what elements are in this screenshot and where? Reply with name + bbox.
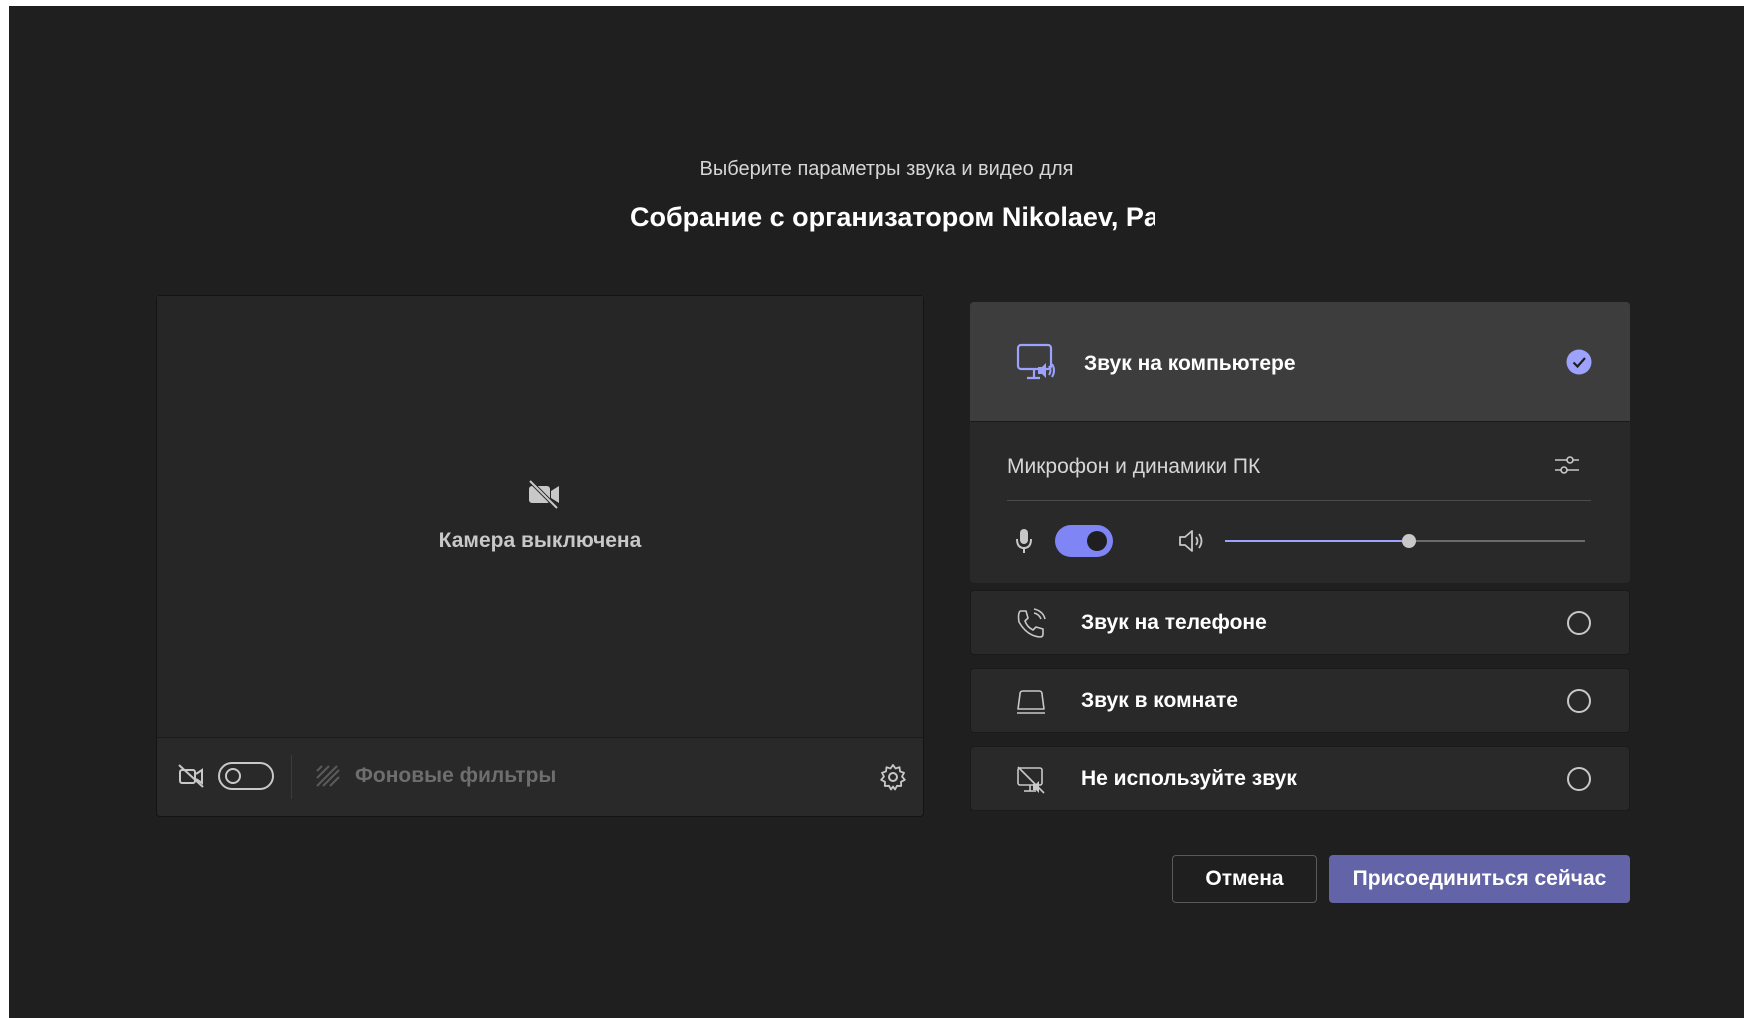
room-audio-label: Звук в комнате: [1081, 689, 1238, 712]
camera-off-label: Камера выключена: [438, 529, 642, 552]
microphone-icon: [1016, 529, 1032, 553]
room-audio-option[interactable]: Звук в комнате: [970, 668, 1630, 733]
computer-audio-label: Звук на компьютере: [1084, 352, 1296, 375]
room-audio-radio[interactable]: [1567, 689, 1591, 713]
volume-thumb[interactable]: [1401, 534, 1416, 548]
cancel-button[interactable]: Отмена: [1172, 855, 1317, 903]
computer-audio-icon: [1016, 343, 1055, 380]
no-audio-icon: [1017, 766, 1045, 794]
room-icon: [1017, 690, 1045, 714]
phone-audio-option[interactable]: Звук на телефоне: [970, 590, 1630, 655]
no-audio-label: Не используйте звук: [1081, 767, 1297, 790]
camera-off-icon: [178, 764, 204, 788]
no-audio-option[interactable]: Не используйте звук: [970, 746, 1630, 811]
checkmark-selected-icon: [1566, 349, 1592, 375]
microphone-toggle-knob: [1087, 531, 1107, 551]
camera-off-icon: [528, 479, 559, 510]
volume-fill: [1225, 540, 1409, 542]
volume-slider[interactable]: [1225, 524, 1585, 558]
video-toolbar: Фоновые фильтры: [157, 737, 923, 817]
video-preview: Камера выключена: [157, 296, 923, 738]
audio-device-name: Микрофон и динамики ПК: [1007, 455, 1261, 478]
microphone-toggle[interactable]: [1055, 525, 1113, 557]
phone-icon: [1017, 608, 1046, 638]
join-now-button[interactable]: Присоединиться сейчас: [1329, 855, 1630, 903]
computer-audio-option[interactable]: Звук на компьютере Микрофон и динамики П…: [970, 302, 1630, 583]
device-settings-icon[interactable]: [1554, 452, 1580, 478]
background-filters-button[interactable]: Фоновые фильтры: [355, 764, 556, 788]
speaker-icon: [1179, 530, 1203, 552]
meeting-prejoin-window: Выберите параметры звука и видео для Соб…: [9, 6, 1744, 1018]
computer-audio-header[interactable]: Звук на компьютере: [970, 302, 1630, 422]
camera-toggle[interactable]: [218, 762, 274, 790]
toolbar-divider: [291, 755, 292, 799]
camera-toggle-knob: [225, 768, 241, 784]
meeting-title: Собрание с организатором Nikolaev, Pa: [630, 202, 1155, 232]
phone-audio-label: Звук на телефоне: [1081, 611, 1267, 634]
device-divider: [1007, 500, 1591, 501]
gear-icon[interactable]: [879, 763, 907, 791]
prejoin-subtitle: Выберите параметры звука и видео для: [699, 158, 1074, 180]
video-preview-card: Камера выключена Фоновые фильтры: [156, 295, 924, 817]
no-audio-radio[interactable]: [1567, 767, 1591, 791]
background-filters-icon: [316, 765, 340, 787]
phone-audio-radio[interactable]: [1567, 611, 1591, 635]
